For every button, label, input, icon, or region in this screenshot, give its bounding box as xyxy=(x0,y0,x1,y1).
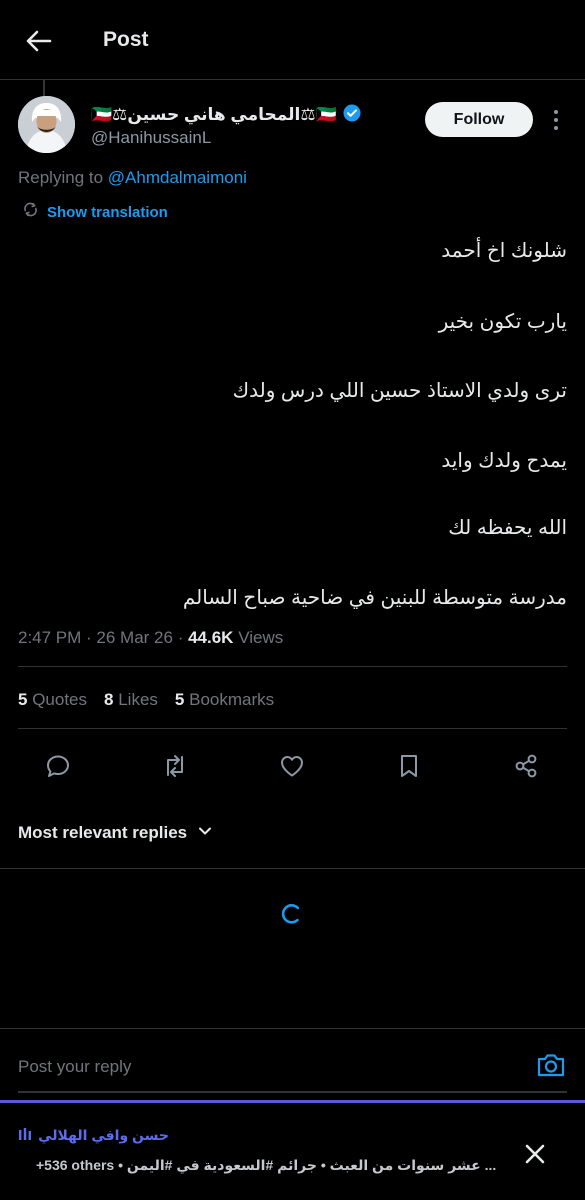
likes-stat[interactable]: 8 Likes xyxy=(104,690,158,710)
bookmarks-count: 5 xyxy=(174,690,185,709)
reply-input-underline xyxy=(18,1091,567,1093)
show-translation-button[interactable]: Show translation xyxy=(22,201,168,223)
like-heart-icon[interactable] xyxy=(276,750,308,782)
post-date: 26 Mar 26 xyxy=(96,628,173,647)
banner-title: حسن وافي الهلالي xyxy=(18,1127,169,1144)
chevron-down-icon xyxy=(197,823,213,844)
banner-title-text: حسن وافي الهلالي xyxy=(38,1127,169,1143)
audio-bars-icon xyxy=(18,1127,32,1144)
divider xyxy=(18,728,567,729)
likes-count: 8 xyxy=(104,690,114,709)
camera-icon[interactable] xyxy=(535,1049,567,1081)
quotes-count: 5 xyxy=(18,690,28,709)
bookmarks-stat[interactable]: 5 Bookmarks xyxy=(175,690,274,710)
author-display-name[interactable]: 🇰🇼⚖المحامي هاني حسين⚖🇰🇼 xyxy=(91,105,337,125)
views-label: Views xyxy=(238,628,284,647)
post-text-line: يمدح ولدك وايد xyxy=(441,450,567,472)
close-icon[interactable] xyxy=(520,1139,550,1169)
bookmark-icon[interactable] xyxy=(393,750,425,782)
replying-to-link[interactable]: @Ahmdalmaimoni xyxy=(108,168,247,187)
views-count: 44.6K xyxy=(188,628,234,647)
page-title: Post xyxy=(103,28,149,51)
bookmarks-label: Bookmarks xyxy=(189,690,275,709)
share-icon[interactable] xyxy=(510,750,542,782)
quotes-stat[interactable]: 5 Quotes xyxy=(18,690,87,710)
divider xyxy=(0,868,585,869)
post-text-line: يارب تكون بخير xyxy=(438,311,567,333)
reply-input[interactable]: Post your reply xyxy=(18,1057,131,1077)
reply-icon[interactable] xyxy=(42,750,74,782)
author-handle[interactable]: @HanihussainL xyxy=(91,128,211,148)
thread-connector-line xyxy=(43,80,45,96)
post-time: 2:47 PM xyxy=(18,628,82,647)
replies-sort-dropdown[interactable]: Most relevant replies xyxy=(18,821,213,845)
show-translation-label: Show translation xyxy=(47,203,168,221)
avatar[interactable] xyxy=(18,96,75,153)
post-text-line: شلونك اخ أحمد xyxy=(441,240,567,262)
translate-icon xyxy=(22,201,39,223)
author-name-row[interactable]: 🇰🇼⚖المحامي هاني حسين⚖🇰🇼 xyxy=(91,103,361,127)
replying-to-prefix: Replying to xyxy=(18,168,104,187)
divider xyxy=(18,666,567,667)
replying-to: Replying to @Ahmdalmaimoni xyxy=(18,168,247,188)
banner-subtitle: +536 others • عشر سنوات من العبث • جرائم… xyxy=(36,1157,497,1173)
follow-button[interactable]: Follow xyxy=(425,102,533,137)
post-text-line: مدرسة متوسطة للبنين في ضاحية صباح السالم xyxy=(182,587,567,609)
post-timestamp: 2:47 PM · 26 Mar 26 · 44.6K Views xyxy=(18,628,284,647)
quotes-label: Quotes xyxy=(32,690,88,709)
reply-composer: Post your reply xyxy=(0,1028,585,1100)
post-text-line: الله يحفظه لك xyxy=(448,517,567,539)
loading-spinner-icon xyxy=(280,903,302,925)
replies-sort-label: Most relevant replies xyxy=(18,823,188,842)
back-arrow-icon[interactable] xyxy=(22,24,56,58)
likes-label: Likes xyxy=(118,690,158,709)
verified-badge-icon xyxy=(343,104,361,127)
engagement-stats: 5 Quotes 8 Likes 5 Bookmarks xyxy=(18,690,274,710)
top-bar: Post xyxy=(0,0,585,80)
live-space-banner[interactable]: حسن وافي الهلالي +536 others • عشر سنوات… xyxy=(0,1100,585,1200)
post-text-line: ترى ولدي الاستاذ حسين اللي درس ولدك xyxy=(232,380,567,402)
repost-icon[interactable] xyxy=(159,750,191,782)
more-options-icon[interactable] xyxy=(545,106,567,134)
